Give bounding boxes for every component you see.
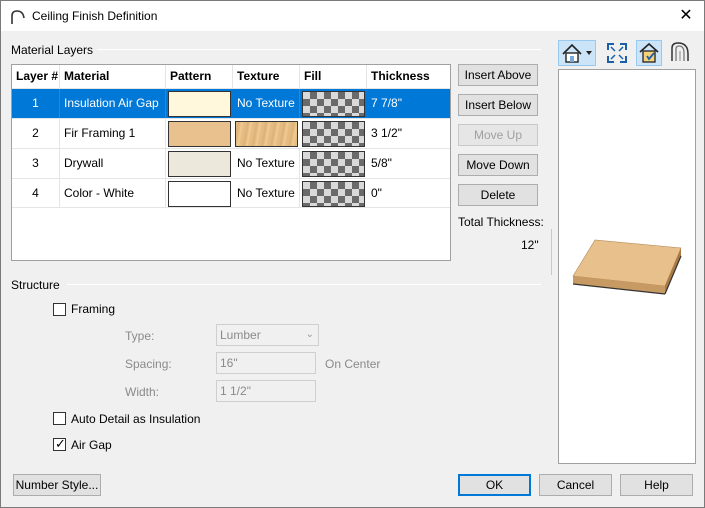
thickness-value[interactable]: 0" (367, 179, 450, 208)
material-layers-divider (97, 49, 541, 50)
cancel-button[interactable]: Cancel (539, 474, 612, 496)
auto-detail-checkbox[interactable] (53, 412, 66, 425)
table-row[interactable]: 4 Color - White No Texture 0" (12, 178, 450, 208)
texture-label[interactable]: No Texture (233, 89, 300, 118)
fit-view-button[interactable] (604, 40, 630, 66)
render-toggle-icon (639, 42, 659, 63)
pattern-swatch[interactable] (168, 151, 231, 177)
thickness-value[interactable]: 3 1/2" (367, 119, 450, 148)
fill-swatch[interactable] (302, 151, 365, 177)
material-name[interactable]: Insulation Air Gap (60, 89, 166, 118)
material-name[interactable]: Fir Framing 1 (60, 119, 166, 148)
view-house-icon (562, 43, 592, 63)
spacing-input[interactable]: 16" (216, 352, 316, 374)
type-select-value: Lumber (220, 328, 261, 342)
table-row[interactable]: 3 Drywall No Texture 5/8" (12, 148, 450, 178)
material-name[interactable]: Color - White (60, 179, 166, 208)
framing-label: Framing (71, 302, 116, 316)
width-label: Width: (125, 385, 160, 399)
column-header-fill[interactable]: Fill (300, 65, 367, 88)
help-button[interactable]: Help (620, 474, 693, 496)
column-header-thickness[interactable]: Thickness (367, 65, 450, 88)
dialog-window: Ceiling Finish Definition ✕ Material Lay… (0, 0, 705, 508)
ok-button[interactable]: OK (458, 474, 531, 496)
fit-view-icon (607, 43, 627, 63)
width-input[interactable]: 1 1/2" (216, 380, 316, 402)
spacing-suffix: On Center (325, 357, 381, 371)
move-up-button[interactable]: Move Up (458, 124, 538, 146)
view-house-button[interactable] (558, 40, 596, 66)
texture-label[interactable]: No Texture (233, 149, 300, 178)
framing-checkbox[interactable] (53, 303, 66, 316)
spacing-label: Spacing: (125, 357, 172, 371)
air-gap-label: Air Gap (71, 438, 112, 452)
material-name[interactable]: Drywall (60, 149, 166, 178)
move-down-button[interactable]: Move Down (458, 154, 538, 176)
material-layers-label: Material Layers (11, 43, 94, 57)
preview-panel[interactable] (558, 69, 696, 464)
render-toggle-button[interactable] (636, 40, 662, 66)
title-bar: Ceiling Finish Definition ✕ (1, 1, 704, 31)
pattern-swatch[interactable] (168, 181, 231, 207)
total-thickness-label: Total Thickness: (458, 215, 544, 229)
layer-number: 4 (12, 179, 60, 208)
structure-divider (67, 284, 541, 285)
fill-swatch[interactable] (302, 181, 365, 207)
wood-texture-icon[interactable] (235, 121, 298, 147)
material-layers-table[interactable]: Layer # Material Pattern Texture Fill Th… (11, 64, 451, 261)
pattern-swatch[interactable] (168, 91, 231, 117)
table-row[interactable]: 1 Insulation Air Gap No Texture 7 7/8" (12, 88, 450, 118)
section-view-icon (671, 42, 689, 61)
auto-detail-label: Auto Detail as Insulation (71, 412, 201, 426)
section-view-button[interactable] (668, 40, 694, 66)
checkmark-icon: ✓ (55, 436, 66, 451)
layer-number: 2 (12, 119, 60, 148)
type-select[interactable]: Lumber ⌄ (216, 324, 319, 346)
number-style-button[interactable]: Number Style... (13, 474, 101, 496)
ceiling-preview-box-icon (572, 239, 682, 295)
insert-above-button[interactable]: Insert Above (458, 64, 538, 86)
layer-number: 3 (12, 149, 60, 178)
structure-label: Structure (11, 278, 60, 292)
table-row[interactable]: 2 Fir Framing 1 3 1/2" (12, 118, 450, 148)
texture-label[interactable]: No Texture (233, 179, 300, 208)
column-header-pattern[interactable]: Pattern (166, 65, 233, 88)
pattern-swatch[interactable] (168, 121, 231, 147)
total-thickness-value: 12" (521, 238, 539, 252)
layer-number: 1 (12, 89, 60, 118)
delete-button[interactable]: Delete (458, 184, 538, 206)
app-arch-icon (11, 10, 25, 24)
fill-swatch[interactable] (302, 91, 365, 117)
column-header-texture[interactable]: Texture (233, 65, 300, 88)
column-header-layer[interactable]: Layer # (12, 65, 60, 88)
table-header: Layer # Material Pattern Texture Fill Th… (12, 65, 450, 88)
chevron-down-icon: ⌄ (305, 329, 314, 340)
column-header-material[interactable]: Material (60, 65, 166, 88)
fill-swatch[interactable] (302, 121, 365, 147)
type-label: Type: (125, 329, 155, 343)
splitter-handle[interactable] (551, 229, 553, 275)
insert-below-button[interactable]: Insert Below (458, 94, 538, 116)
window-title: Ceiling Finish Definition (32, 9, 158, 23)
thickness-value[interactable]: 7 7/8" (367, 89, 450, 118)
air-gap-checkbox[interactable]: ✓ (53, 436, 66, 451)
close-icon[interactable]: ✕ (668, 1, 704, 31)
thickness-value[interactable]: 5/8" (367, 149, 450, 178)
